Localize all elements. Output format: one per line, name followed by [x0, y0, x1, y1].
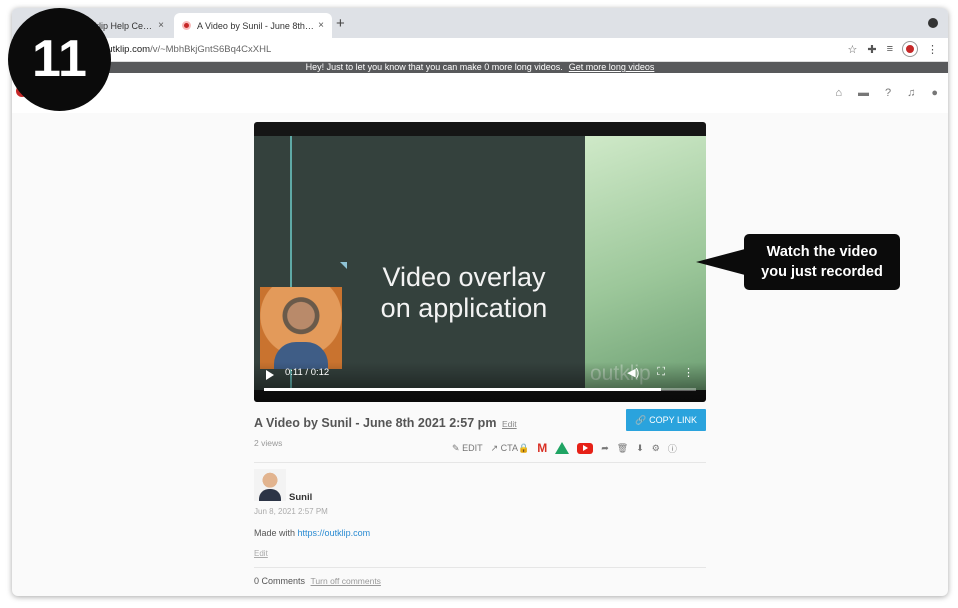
download-icon[interactable]: ⬇: [636, 443, 644, 454]
tab-strip: Outklip Help Center × A Video by Sunil -…: [12, 8, 948, 38]
play-icon[interactable]: [266, 370, 274, 380]
cta-action-label: CTA: [500, 442, 518, 453]
edit-action-label: EDIT: [462, 442, 483, 453]
trash-icon[interactable]: 🗑: [617, 443, 628, 454]
notifications-bell-icon[interactable]: ♫: [907, 87, 915, 99]
divider: [254, 462, 706, 463]
edit-icon: ✎: [452, 442, 460, 453]
gmail-icon[interactable]: M: [537, 441, 547, 455]
posted-date: Jun 8, 2021 2:57 PM: [254, 507, 328, 516]
video-frame-background: [585, 136, 706, 390]
address-bar[interactable]: outklip.com/v/~MbhBkjGntS6Bq4CxXHL ☆ ✚ ≡…: [12, 38, 948, 62]
url-path: /v/~MbhBkjGntS6Bq4CxXHL: [150, 44, 272, 55]
close-tab-icon[interactable]: ×: [318, 20, 324, 31]
help-icon[interactable]: ?: [885, 87, 891, 99]
google-drive-icon[interactable]: [555, 442, 570, 454]
player-menu-icon[interactable]: ⋮: [683, 366, 694, 379]
lock-icon: 🔒: [517, 442, 530, 453]
external-link-icon: ↗: [490, 442, 499, 453]
turn-off-comments-link[interactable]: Turn off comments: [311, 576, 381, 586]
get-more-videos-link[interactable]: Get more long videos: [569, 62, 655, 72]
outklip-link[interactable]: https://outklip.com: [298, 528, 371, 538]
browser-toolbar: ☆ ✚ ≡ ⋮: [847, 42, 938, 56]
user-icon[interactable]: ●: [931, 87, 938, 99]
settings-gear-icon[interactable]: ⚙: [652, 443, 660, 454]
outklip-favicon-icon: [182, 21, 191, 30]
video-title: A Video by Sunil - June 8th 2021 2:57 pm: [254, 416, 497, 430]
cart-icon[interactable]: ▬: [858, 87, 869, 99]
tab-search-icon[interactable]: [928, 18, 938, 28]
fullscreen-icon[interactable]: ⛶: [657, 366, 665, 379]
link-icon: 🔗: [634, 414, 647, 425]
view-count: 2 views: [254, 438, 283, 448]
tab-title: A Video by Sunil - June 8th 2021: [197, 20, 314, 31]
callout-line-2: you just recorded: [761, 264, 883, 280]
edit-title-link[interactable]: Edit: [502, 419, 517, 429]
site-navbar: ⌂ ▬ ? ♫ ●: [12, 73, 948, 113]
callout-arrow: [696, 249, 745, 275]
home-icon[interactable]: ⌂: [835, 87, 842, 99]
long-video-banner: Hey! Just to let you know that you can m…: [12, 62, 948, 73]
playback-time: 0:11 / 0:12: [285, 367, 330, 378]
share-icon[interactable]: ➦: [601, 443, 609, 454]
url-text[interactable]: outklip.com/v/~MbhBkjGntS6Bq4CxXHL: [102, 44, 271, 55]
close-tab-icon[interactable]: ×: [158, 20, 164, 31]
edit-action[interactable]: ✎ EDIT: [452, 443, 483, 454]
outklip-extension-icon[interactable]: [903, 42, 917, 56]
browser-menu-icon[interactable]: ⋮: [927, 43, 938, 56]
player-right-controls: ◀) ⛶ ⋮: [627, 366, 694, 379]
tab-video[interactable]: A Video by Sunil - June 8th 2021 ×: [174, 13, 332, 38]
video-player[interactable]: Video overlay on application outklip 0:1…: [254, 122, 706, 402]
description-prefix: Made with: [254, 528, 296, 538]
navbar-icons: ⌂ ▬ ? ♫ ●: [835, 87, 938, 99]
callout-line-1: Watch the video: [766, 244, 878, 260]
avatar-body: [259, 489, 281, 501]
new-tab-button[interactable]: +: [336, 15, 345, 32]
cta-action[interactable]: ↗ CTA🔒: [491, 443, 530, 454]
author-avatar: [254, 469, 286, 501]
player-controls: 0:11 / 0:12 ◀) ⛶ ⋮: [254, 362, 706, 402]
author-name: Sunil: [289, 492, 313, 503]
comment-count: 0 Comments: [254, 576, 306, 586]
overlay-line-1: Video overlay: [382, 262, 546, 292]
extensions-puzzle-icon[interactable]: ✚: [867, 43, 876, 56]
youtube-icon[interactable]: [577, 442, 594, 454]
banner-text: Hey! Just to let you know that you can m…: [305, 62, 563, 72]
divider: [254, 567, 706, 568]
volume-icon[interactable]: ◀): [627, 366, 639, 379]
overlay-line-2: on application: [380, 293, 548, 323]
copy-link-button[interactable]: 🔗 COPY LINK: [626, 409, 706, 431]
progress-fill: [264, 388, 662, 391]
video-description: Made with https://outklip.com: [254, 528, 370, 538]
info-icon[interactable]: ⓘ: [668, 442, 677, 455]
copy-link-label: COPY LINK: [649, 415, 698, 425]
step-number-badge: 11: [8, 8, 111, 111]
reading-list-icon[interactable]: ≡: [887, 43, 893, 55]
edit-description-link[interactable]: Edit: [254, 549, 268, 558]
bookmark-star-icon[interactable]: ☆: [847, 43, 857, 56]
callout-annotation: Watch the video you just recorded: [744, 234, 900, 290]
webcam-overlay: [260, 287, 342, 369]
progress-bar[interactable]: [264, 388, 696, 391]
video-actions: ✎ EDIT ↗ CTA🔒 M ➦ 🗑 ⬇ ⚙ ⓘ: [452, 441, 677, 455]
video-overlay-caption: Video overlay on application: [346, 262, 582, 324]
comments-section: 0 Comments Turn off comments: [254, 576, 381, 586]
